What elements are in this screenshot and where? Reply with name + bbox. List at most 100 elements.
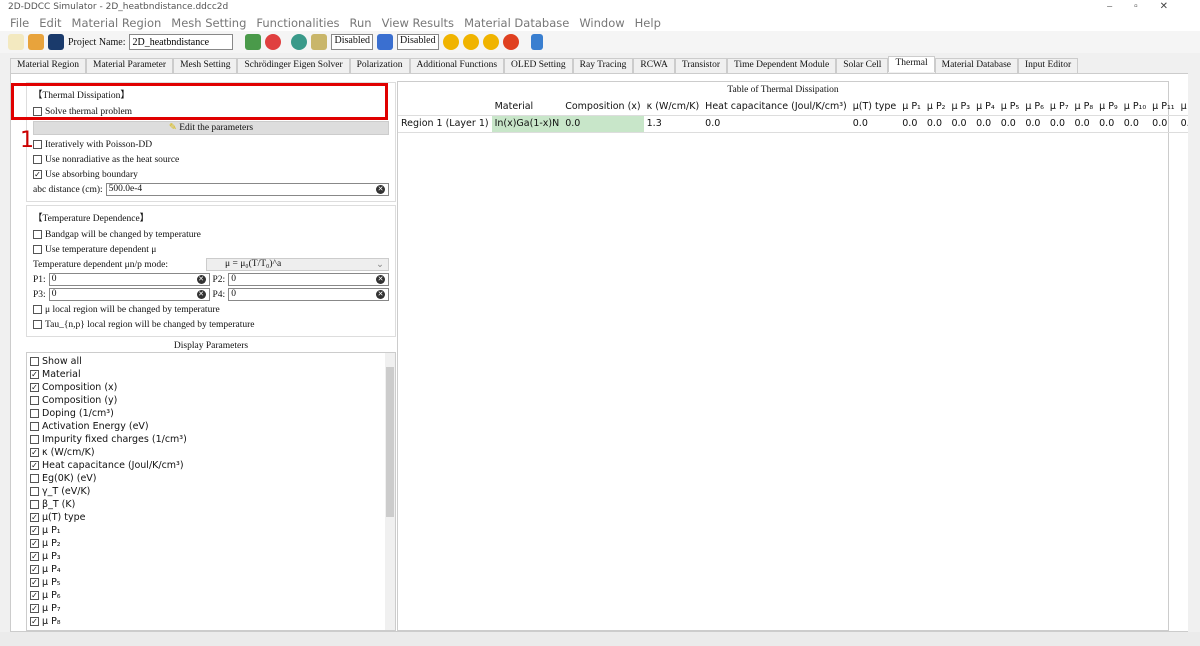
checkbox[interactable]: ✓ <box>30 552 39 561</box>
tab-input-editor[interactable]: Input Editor <box>1018 58 1079 73</box>
clear-icon[interactable]: ✕ <box>376 290 385 299</box>
display-param-checkbox[interactable]: γ_T (eV/K) <box>30 485 392 498</box>
table-cell[interactable]: In(x)Ga(1-x)N <box>491 115 563 133</box>
checkbox[interactable] <box>30 409 39 418</box>
nonradiative-checkbox[interactable]: Use nonradiative as the heat source <box>33 152 389 167</box>
tab-mesh-setting[interactable]: Mesh Setting <box>173 58 238 73</box>
tab-material-region[interactable]: Material Region <box>10 58 86 73</box>
menu-item-edit[interactable]: Edit <box>39 16 61 30</box>
display-param-checkbox[interactable]: ✓ Heat capacitance (Joul/K/cm³) <box>30 459 392 472</box>
menu-item-window[interactable]: Window <box>579 16 624 30</box>
checkbox[interactable]: ✓ <box>30 578 39 587</box>
menu-item-view-results[interactable]: View Results <box>382 16 454 30</box>
table-cell[interactable]: 0.0 <box>849 115 900 133</box>
checkbox[interactable] <box>30 500 39 509</box>
use-temp-mu-checkbox[interactable]: Use temperature dependent μ <box>33 242 389 257</box>
refresh-icon[interactable] <box>265 34 282 50</box>
p2-input[interactable]: 0 ✕ <box>228 273 389 286</box>
list-icon[interactable] <box>377 34 394 50</box>
open-folder-icon[interactable] <box>28 34 44 50</box>
display-param-checkbox[interactable]: Show all <box>30 355 392 368</box>
display-param-checkbox[interactable]: ✓ μ P₇ <box>30 602 392 615</box>
table-cell[interactable]: 0.0 <box>1149 115 1178 133</box>
display-param-checkbox[interactable]: ✓ κ (W/cm/K) <box>30 446 392 459</box>
display-param-checkbox[interactable]: Impurity fixed charges (1/cm³) <box>30 433 392 446</box>
table-cell[interactable]: 0.0 <box>1096 115 1121 133</box>
checkbox[interactable] <box>30 396 39 405</box>
menu-item-material-database[interactable]: Material Database <box>464 16 569 30</box>
tab-polarization[interactable]: Polarization <box>349 58 410 73</box>
tab-material-parameter[interactable]: Material Parameter <box>86 58 174 73</box>
window-controls[interactable]: –▫✕ <box>1107 1 1190 12</box>
window-scrollbar[interactable] <box>1188 58 1200 632</box>
display-param-checkbox[interactable]: ✓ μ P₆ <box>30 589 392 602</box>
tab-thermal[interactable]: Thermal <box>888 56 935 72</box>
edit-parameters-button[interactable]: ✎ Edit the parameters <box>33 121 389 135</box>
p3-input[interactable]: 0 ✕ <box>48 288 210 301</box>
p1-input[interactable]: 0 ✕ <box>48 273 210 286</box>
table-cell[interactable]: 0.0 <box>1046 115 1072 133</box>
tab-additional-functions[interactable]: Additional Functions <box>409 58 505 73</box>
checkbox[interactable]: ✓ <box>30 539 39 548</box>
menu-item-mesh-setting[interactable]: Mesh Setting <box>171 16 246 30</box>
display-param-checkbox[interactable]: Doping (1/cm³) <box>30 407 392 420</box>
display-param-checkbox[interactable]: ✓ μ P₈ <box>30 615 392 628</box>
display-param-checkbox[interactable]: Composition (y) <box>30 394 392 407</box>
clear-icon[interactable]: ✕ <box>196 290 206 299</box>
display-param-checkbox[interactable]: ✓ Composition (x) <box>30 381 392 394</box>
tab-ray-tracing[interactable]: Ray Tracing <box>572 58 634 73</box>
tab-solar-cell[interactable]: Solar Cell <box>836 58 889 73</box>
checkbox[interactable]: ✓ <box>30 448 39 457</box>
checkbox[interactable] <box>30 435 39 444</box>
project-name-input[interactable] <box>129 34 234 50</box>
new-file-icon[interactable] <box>8 34 24 50</box>
checkbox[interactable]: ✓ <box>30 461 39 470</box>
bandgap-checkbox[interactable]: Bandgap will be changed by temperature <box>33 227 389 242</box>
iterative-checkbox[interactable]: Iteratively with Poisson-DD <box>33 137 389 152</box>
checkbox[interactable]: ✓ <box>30 513 39 522</box>
disabled-select-1[interactable]: Disabled <box>331 34 374 50</box>
menu-item-run[interactable]: Run <box>350 16 372 30</box>
display-param-checkbox[interactable]: ✓ μ P₂ <box>30 537 392 550</box>
clear-icon[interactable]: ✕ <box>376 275 385 284</box>
absorbing-boundary-checkbox[interactable]: ✓ Use absorbing boundary <box>33 167 389 182</box>
table-cell[interactable]: 0.0 <box>1071 115 1097 133</box>
clear-icon[interactable]: ✕ <box>196 275 206 284</box>
table-cell[interactable]: 0.0 <box>702 115 850 133</box>
p4-input[interactable]: 0 ✕ <box>228 288 389 301</box>
checkbox[interactable] <box>30 487 39 496</box>
checkbox[interactable]: ✓ <box>30 370 39 379</box>
menu-item-file[interactable]: File <box>10 16 29 30</box>
table-cell[interactable]: 0.0 <box>948 115 974 133</box>
table-cell[interactable]: 1.3 <box>643 115 703 133</box>
table-cell[interactable]: 0.0 <box>1022 115 1047 133</box>
display-param-checkbox[interactable]: ✓ Material <box>30 368 392 381</box>
run-all-icon[interactable] <box>462 34 479 50</box>
abc-distance-input[interactable]: 500.0e-4 ✕ <box>105 183 389 196</box>
settings-icon[interactable] <box>291 34 308 50</box>
display-param-checkbox[interactable]: ✓ μ P₄ <box>30 563 392 576</box>
checkbox[interactable]: ✓ <box>30 617 39 626</box>
save-icon[interactable] <box>48 34 64 50</box>
chart-icon[interactable] <box>530 34 543 50</box>
menu-item-help[interactable]: Help <box>635 16 661 30</box>
tab-transistor[interactable]: Transistor <box>674 58 728 73</box>
menu-item-material-region[interactable]: Material Region <box>72 16 162 30</box>
checkbox[interactable] <box>30 357 39 366</box>
stop-icon[interactable] <box>502 34 519 50</box>
table-cell[interactable]: 0.0 <box>899 115 924 133</box>
tab-schr-dinger-eigen-solver[interactable]: Schrödinger Eigen Solver <box>237 58 350 73</box>
display-param-checkbox[interactable]: ✓ μ P₃ <box>30 550 392 563</box>
disabled-select-2[interactable]: Disabled <box>397 34 439 50</box>
checkbox[interactable]: ✓ <box>30 383 39 392</box>
mu-local-checkbox[interactable]: μ local region will be changed by temper… <box>33 302 389 317</box>
checkbox[interactable] <box>30 474 39 483</box>
mesh-icon[interactable] <box>245 34 262 50</box>
checkbox[interactable]: ✓ <box>30 565 39 574</box>
tau-local-checkbox[interactable]: Tau_{n,p} local region will be changed b… <box>33 317 389 332</box>
checkbox[interactable]: ✓ <box>30 526 39 535</box>
table-cell[interactable]: 0.0 <box>923 115 949 133</box>
menu-item-functionalities[interactable]: Functionalities <box>256 16 339 30</box>
tab-time-dependent-module[interactable]: Time Dependent Module <box>727 58 837 73</box>
checkbox[interactable]: ✓ <box>30 591 39 600</box>
